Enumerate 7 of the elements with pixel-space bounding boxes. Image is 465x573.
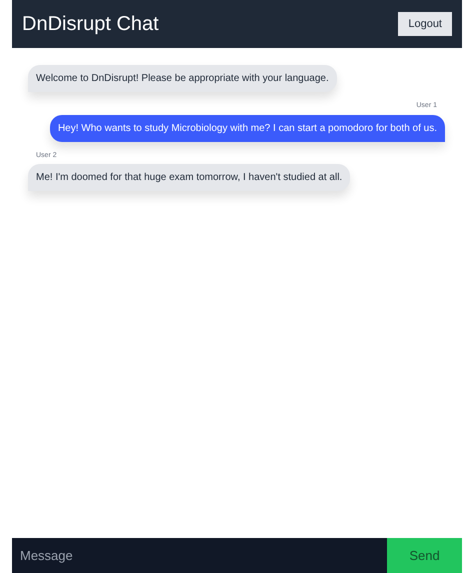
received-message: Me! I'm doomed for that huge exam tomorrow, I haven't studied at all. [28, 164, 350, 191]
logout-button[interactable]: Logout [398, 12, 452, 36]
message-input[interactable]: Message [12, 538, 387, 573]
sent-message: Hey! Who wants to study Microbiology with me? I can start a pomodoro for both of us. [50, 114, 445, 142]
app-title: DnDisrupt Chat [22, 12, 159, 37]
send-button[interactable]: Send [387, 538, 462, 573]
received-message: Welcome to DnDisrupt! Please be appropriate with your language. [28, 65, 337, 92]
